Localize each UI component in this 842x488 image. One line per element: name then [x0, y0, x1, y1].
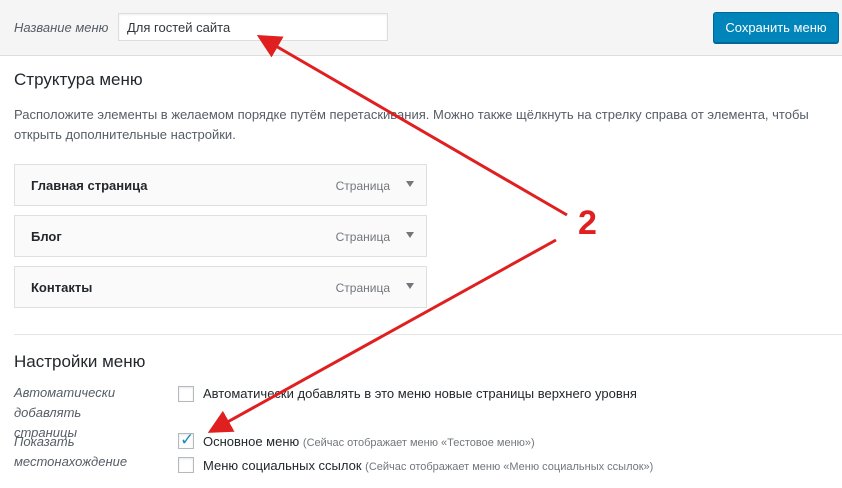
- menu-item-type: Страница: [335, 179, 390, 193]
- location-name: Меню социальных ссылок: [203, 458, 362, 473]
- annotation-number: 2: [578, 204, 597, 242]
- menu-name-input[interactable]: [118, 13, 388, 41]
- auto-add-option-label[interactable]: Автоматически добавлять в это меню новые…: [203, 386, 637, 401]
- expand-arrow-icon[interactable]: [406, 232, 414, 238]
- menu-item-type: Страница: [335, 230, 390, 244]
- menu-structure-description: Расположите элементы в желаемом порядке …: [14, 107, 809, 142]
- menu-item-title: Главная страница: [31, 178, 148, 193]
- location-label: Показать местонахождение: [14, 434, 128, 469]
- section-divider: [14, 334, 842, 335]
- auto-add-checkbox[interactable]: [178, 386, 194, 402]
- menu-settings-title: Настройки меню: [14, 352, 146, 371]
- menu-header-bar: Название меню Сохранить меню: [0, 0, 842, 56]
- social-menu-option[interactable]: Меню социальных ссылок (Сейчас отображае…: [203, 458, 653, 473]
- checkmark-icon: ✓: [180, 430, 195, 449]
- social-menu-checkbox[interactable]: [178, 457, 194, 473]
- location-note: (Сейчас отображает меню «Тестовое меню»): [302, 437, 535, 449]
- menu-editor-body: Структура меню Расположите элементы в же…: [0, 56, 842, 488]
- menu-item-title: Контакты: [31, 280, 93, 295]
- menu-item-title: Блог: [31, 229, 62, 244]
- primary-menu-option[interactable]: Основное меню (Сейчас отображает меню «Т…: [203, 434, 535, 449]
- menu-item-type: Страница: [335, 281, 390, 295]
- save-menu-button[interactable]: Сохранить меню: [713, 12, 839, 43]
- menu-item-blog[interactable]: Блог Страница: [14, 215, 427, 257]
- menu-name-label: Название меню: [14, 20, 109, 35]
- expand-arrow-icon[interactable]: [406, 181, 414, 187]
- menu-structure-title: Структура меню: [14, 70, 143, 89]
- location-note: (Сейчас отображает меню «Меню социальных…: [365, 461, 654, 473]
- expand-arrow-icon[interactable]: [406, 283, 414, 289]
- menu-item-home[interactable]: Главная страница Страница: [14, 164, 427, 206]
- primary-menu-checkbox[interactable]: ✓: [178, 430, 195, 449]
- location-name: Основное меню: [203, 434, 300, 449]
- menu-item-contacts[interactable]: Контакты Страница: [14, 266, 427, 308]
